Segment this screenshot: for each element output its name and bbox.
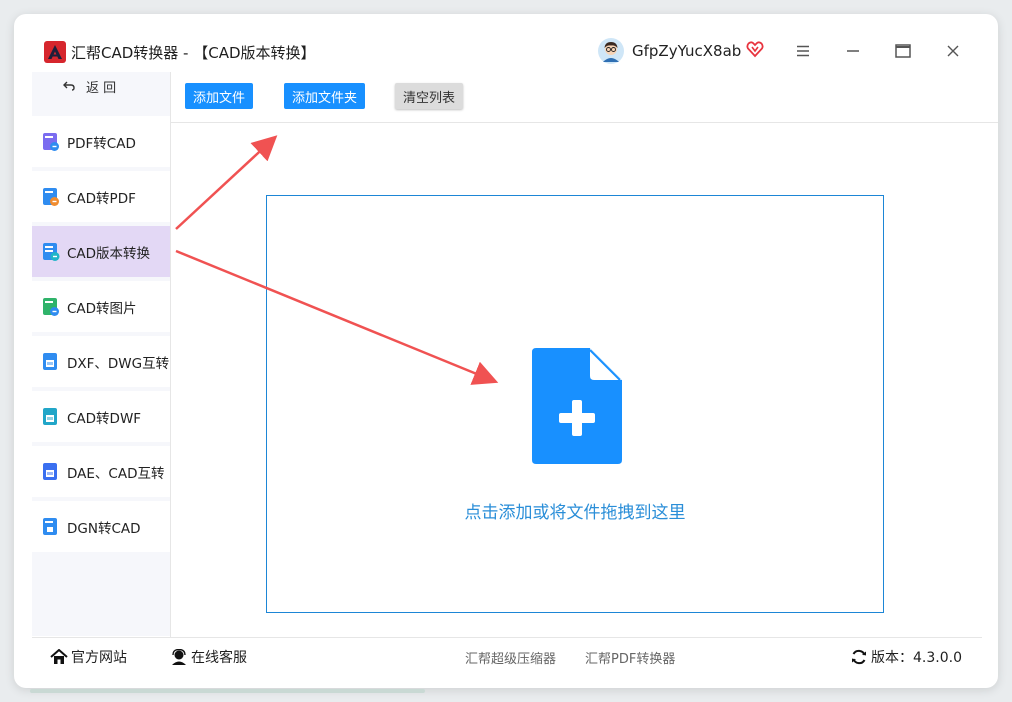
- sidebar-item-label: DXF、DWG互转: [67, 355, 170, 372]
- close-button[interactable]: [942, 40, 964, 62]
- sidebar-item-label: PDF转CAD: [67, 135, 136, 152]
- compressor-link[interactable]: 汇帮超级压缩器: [465, 648, 556, 667]
- sidebar-item-label: DGN转CAD: [67, 520, 141, 537]
- sidebar-item-label: CAD转图片: [67, 300, 137, 317]
- maximize-icon: [895, 44, 911, 58]
- sidebar: 返 回 PDF转CAD CAD转PDF CAD版本转换 CAD转图片 DXF、D…: [32, 72, 170, 636]
- online-support-label: 在线客服: [191, 650, 247, 666]
- window-title: 汇帮CAD转换器 - 【CAD版本转换】: [71, 44, 316, 62]
- dxf-dwg-icon: [43, 352, 57, 370]
- menu-icon: [797, 45, 809, 57]
- minimize-icon: [847, 50, 859, 52]
- home-icon: [50, 649, 68, 664]
- toolbar: 添加文件 添加文件夹 清空列表: [171, 72, 998, 123]
- sidebar-item-label: CAD版本转换: [67, 245, 151, 262]
- sidebar-item-dxf-dwg[interactable]: DXF、DWG互转: [32, 336, 170, 387]
- pdf-to-cad-icon: [43, 132, 59, 151]
- clear-list-button[interactable]: 清空列表: [395, 83, 464, 109]
- dae-cad-icon: [43, 462, 57, 480]
- back-button[interactable]: 返 回: [32, 72, 170, 100]
- sidebar-item-cad-version[interactable]: CAD版本转换: [32, 226, 170, 277]
- official-website-link[interactable]: 官方网站: [50, 647, 127, 667]
- sidebar-item-label: DAE、CAD互转: [67, 465, 165, 482]
- official-website-label: 官方网站: [71, 650, 127, 666]
- add-folder-button[interactable]: 添加文件夹: [284, 83, 366, 109]
- support-icon: [172, 649, 186, 665]
- footer-bar: 官方网站 在线客服 汇帮超级压缩器 汇帮PDF转换器 版本：4.3.0.0: [32, 637, 982, 676]
- avatar[interactable]: [598, 38, 624, 64]
- version-info[interactable]: 版本：4.3.0.0: [850, 647, 962, 667]
- title-bar: 汇帮CAD转换器 - 【CAD版本转换】 GfpZyYucX8ab: [14, 14, 998, 74]
- minimize-button[interactable]: [842, 40, 864, 62]
- back-arrow-icon: [63, 81, 75, 91]
- username-label[interactable]: GfpZyYucX8ab: [632, 42, 741, 60]
- horizontal-scrollbar[interactable]: [30, 689, 425, 693]
- back-label: 返 回: [86, 80, 117, 96]
- drop-hint: 点击添加或将文件拖拽到这里: [464, 503, 686, 523]
- sidebar-item-dae-cad[interactable]: DAE、CAD互转: [32, 446, 170, 497]
- sidebar-divider: [170, 72, 171, 637]
- refresh-icon: [852, 649, 866, 665]
- cad-to-dwf-icon: [43, 407, 57, 425]
- online-support-link[interactable]: 在线客服: [170, 647, 247, 667]
- annotation-arrow-to-toolbar: [175, 135, 278, 230]
- sidebar-item-dgn-to-cad[interactable]: DGN转CAD: [32, 501, 170, 552]
- cad-to-image-icon: [43, 297, 59, 316]
- menu-button[interactable]: [792, 40, 814, 62]
- pdf-converter-link[interactable]: 汇帮PDF转换器: [585, 648, 675, 667]
- close-icon: [947, 45, 959, 57]
- add-file-button[interactable]: 添加文件: [185, 83, 254, 109]
- sidebar-item-cad-to-dwf[interactable]: CAD转DWF: [32, 391, 170, 442]
- sidebar-item-cad-to-image[interactable]: CAD转图片: [32, 281, 170, 332]
- sidebar-item-cad-to-pdf[interactable]: CAD转PDF: [32, 171, 170, 222]
- vip-heart-icon[interactable]: [746, 40, 764, 58]
- version-label: 版本：4.3.0.0: [871, 650, 962, 666]
- dgn-to-cad-icon: [43, 517, 57, 535]
- file-plus-icon: [532, 348, 622, 464]
- app-window: 汇帮CAD转换器 - 【CAD版本转换】 GfpZyYucX8ab 返 回 PD…: [14, 14, 998, 688]
- sidebar-item-pdf-to-cad[interactable]: PDF转CAD: [32, 116, 170, 167]
- sidebar-item-label: CAD转DWF: [67, 410, 142, 427]
- cad-version-icon: [43, 242, 60, 261]
- app-logo-icon: [44, 41, 66, 63]
- cad-to-pdf-icon: [43, 187, 59, 206]
- file-drop-zone[interactable]: 点击添加或将文件拖拽到这里: [266, 195, 884, 613]
- maximize-button[interactable]: [892, 40, 914, 62]
- sidebar-item-label: CAD转PDF: [67, 190, 136, 207]
